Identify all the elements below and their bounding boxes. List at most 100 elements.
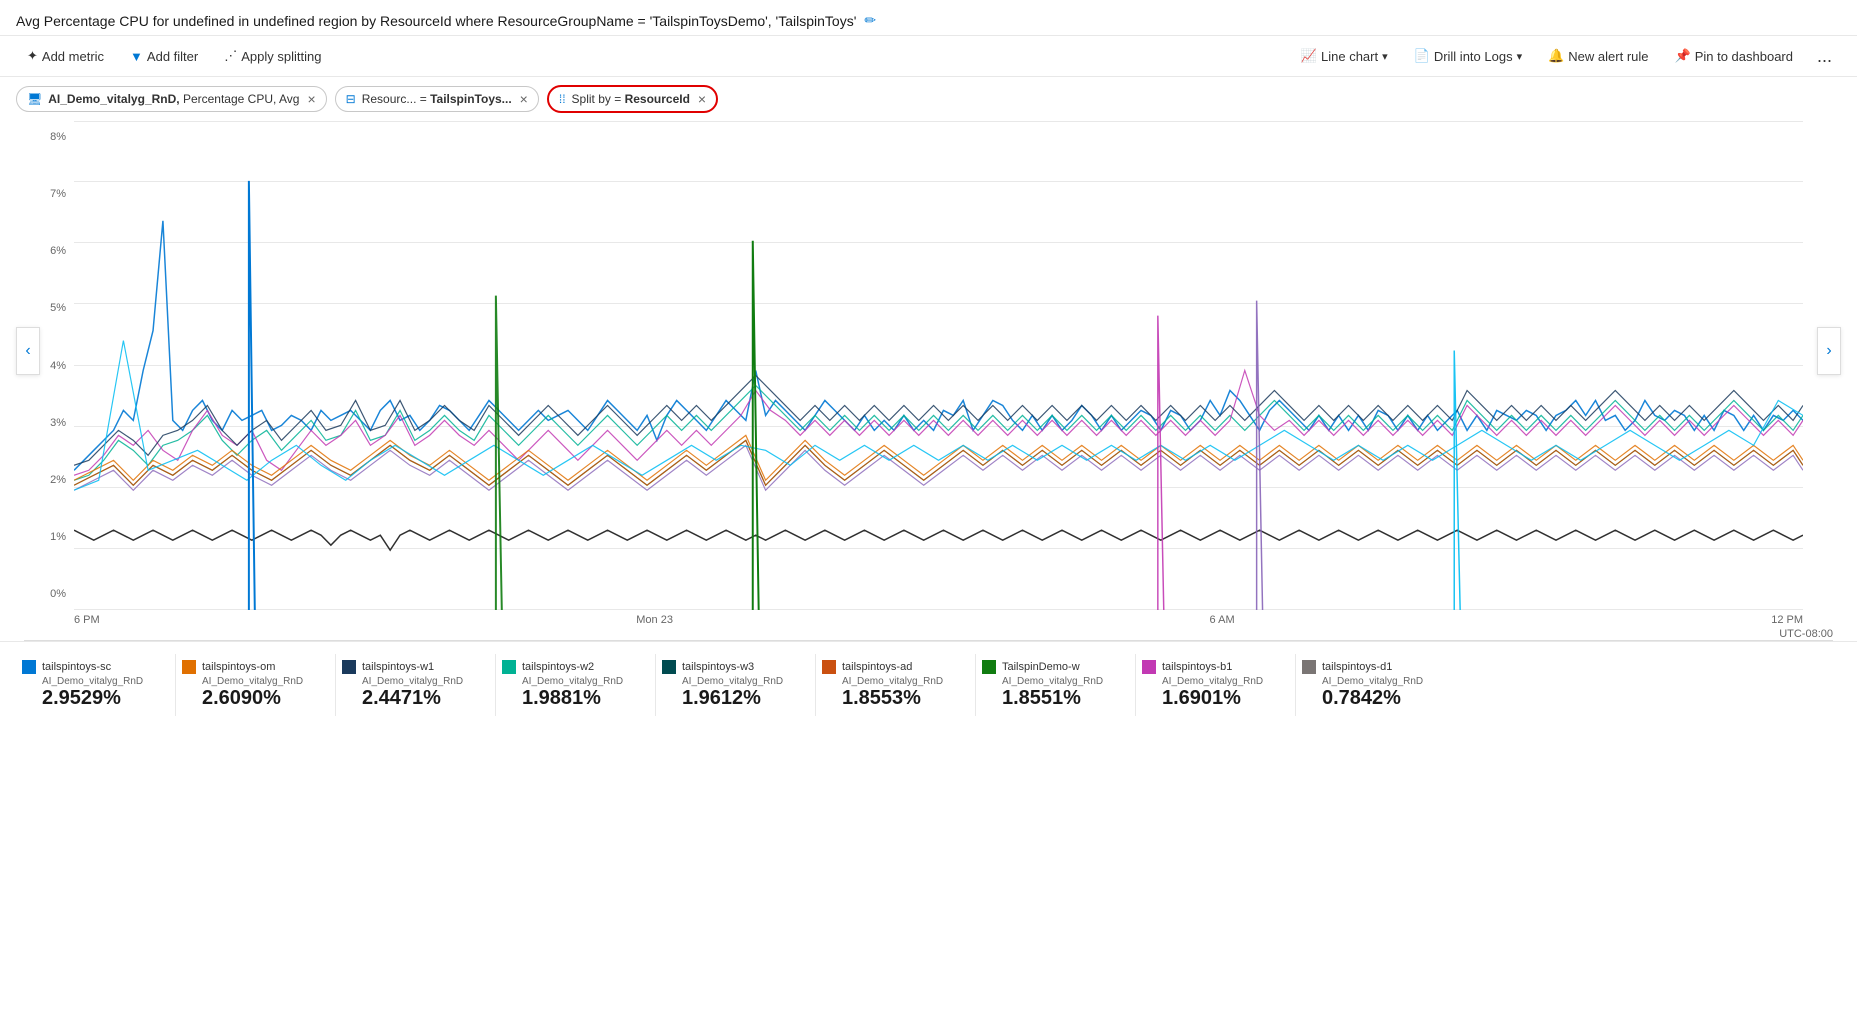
legend-area: tailspintoys-sc AI_Demo_vitalyg_RnD 2.95… [0,641,1857,728]
legend-item-value: 0.7842% [1322,687,1440,710]
legend-item: tailspintoys-om AI_Demo_vitalyg_RnD 2.60… [176,654,336,716]
chart-area: 0% 1% 2% 3% 4% 5% 6% 7% 8% [24,121,1833,641]
y-label-0: 0% [24,588,74,600]
x-label-12pm: 12 PM [1771,614,1803,626]
drill-into-logs-button[interactable]: 📄 Drill into Logs ▾ [1403,42,1533,70]
legend-color-swatch [822,660,836,674]
alert-icon: 🔔 [1548,48,1564,64]
utc-label: UTC-08:00 [1779,628,1833,640]
legend-color-swatch [22,660,36,674]
legend-item-subname: AI_Demo_vitalyg_RnD [202,676,319,687]
legend-item-name: tailspintoys-ad [842,661,912,673]
pin-to-dashboard-label: Pin to dashboard [1695,49,1793,64]
legend-item-name: tailspintoys-d1 [1322,661,1392,673]
legend-item-subname: AI_Demo_vitalyg_RnD [42,676,159,687]
filters-bar: 🖥 AI_Demo_vitalyg_RnD, Percentage CPU, A… [0,77,1857,121]
legend-item-subname: AI_Demo_vitalyg_RnD [522,676,639,687]
y-label-2: 2% [24,474,74,486]
chart-nav-right[interactable]: › [1817,327,1841,375]
new-alert-rule-label: New alert rule [1568,49,1648,64]
toolbar-left: ✦ Add metric ▼ Add filter ⋰ Apply splitt… [16,42,1286,70]
legend-item-top: tailspintoys-ad [822,660,959,674]
metric-pill[interactable]: 🖥 AI_Demo_vitalyg_RnD, Percentage CPU, A… [16,86,327,112]
legend-item-top: tailspintoys-d1 [1302,660,1440,674]
filter-pill[interactable]: ⊟ Resourc... = TailspinToys... × [335,86,539,112]
add-filter-label: Add filter [147,49,198,64]
x-label-6am: 6 AM [1210,614,1235,626]
line-chart-label: Line chart [1321,49,1378,64]
legend-color-swatch [502,660,516,674]
legend-item-value: 2.6090% [202,687,319,710]
y-label-7: 7% [24,188,74,200]
add-filter-icon: ▼ [130,49,143,64]
line-chart-button[interactable]: 📈 Line chart ▾ [1290,42,1399,70]
legend-item-value: 1.9881% [522,687,639,710]
line-chart-caret: ▾ [1382,50,1388,63]
add-metric-icon: ✦ [27,48,38,64]
split-pill-icon: ⁞⁞ [559,92,566,106]
chart-svg [74,121,1803,610]
filter-pill-close[interactable]: × [520,91,528,107]
legend-item: tailspintoys-w3 AI_Demo_vitalyg_RnD 1.96… [656,654,816,716]
legend-item-value: 1.8551% [1002,687,1119,710]
metric-pill-icon: 🖥 [27,92,42,106]
legend-color-swatch [182,660,196,674]
split-pill-close[interactable]: × [698,91,706,107]
legend-item-subname: AI_Demo_vitalyg_RnD [842,676,959,687]
legend-item-name: tailspintoys-w2 [522,661,594,673]
legend-color-swatch [1142,660,1156,674]
x-axis: 6 PM Mon 23 6 AM 12 PM [74,610,1803,640]
legend-item: TailspinDemo-w AI_Demo_vitalyg_RnD 1.855… [976,654,1136,716]
chart-container: ‹ › 0% 1% 2% 3% 4% 5% 6% 7% 8% [8,121,1849,641]
legend-item-subname: AI_Demo_vitalyg_RnD [362,676,479,687]
metric-pill-close[interactable]: × [307,91,315,107]
apply-splitting-icon: ⋰ [224,48,237,64]
legend-item-value: 1.6901% [1162,687,1279,710]
x-label-mon23: Mon 23 [636,614,673,626]
legend-item-top: tailspintoys-w2 [502,660,639,674]
chart-inner [74,121,1803,610]
drill-logs-icon: 📄 [1414,48,1430,64]
metric-pill-text: AI_Demo_vitalyg_RnD, Percentage CPU, Avg [48,92,299,106]
add-metric-button[interactable]: ✦ Add metric [16,42,115,70]
legend-item-value: 2.9529% [42,687,159,710]
split-pill-text: Split by = ResourceId [572,92,690,106]
pin-to-dashboard-button[interactable]: 📌 Pin to dashboard [1664,42,1804,70]
chart-nav-left[interactable]: ‹ [16,327,40,375]
new-alert-rule-button[interactable]: 🔔 New alert rule [1537,42,1659,70]
legend-item-top: tailspintoys-om [182,660,319,674]
more-options-button[interactable]: ... [1808,43,1841,70]
y-label-3: 3% [24,417,74,429]
legend-item: tailspintoys-sc AI_Demo_vitalyg_RnD 2.95… [16,654,176,716]
chart-title: Avg Percentage CPU for undefined in unde… [16,13,856,29]
legend-item: tailspintoys-b1 AI_Demo_vitalyg_RnD 1.69… [1136,654,1296,716]
legend-item-value: 1.8553% [842,687,959,710]
page-title-bar: Avg Percentage CPU for undefined in unde… [0,0,1857,36]
legend-item: tailspintoys-ad AI_Demo_vitalyg_RnD 1.85… [816,654,976,716]
legend-item-subname: AI_Demo_vitalyg_RnD [1002,676,1119,687]
filter-pill-icon: ⊟ [346,92,356,106]
legend-item-name: tailspintoys-b1 [1162,661,1232,673]
legend-color-swatch [982,660,996,674]
y-label-8: 8% [24,131,74,143]
legend-item-value: 1.9612% [682,687,799,710]
y-label-6: 6% [24,245,74,257]
legend-item-name: tailspintoys-w3 [682,661,754,673]
legend-item-top: TailspinDemo-w [982,660,1119,674]
legend-item-subname: AI_Demo_vitalyg_RnD [1162,676,1279,687]
toolbar-right: 📈 Line chart ▾ 📄 Drill into Logs ▾ 🔔 New… [1290,42,1841,70]
drill-into-logs-label: Drill into Logs [1434,49,1513,64]
legend-item-top: tailspintoys-sc [22,660,159,674]
pin-icon: 📌 [1675,48,1691,64]
legend-item-subname: AI_Demo_vitalyg_RnD [1322,676,1440,687]
legend-item-name: tailspintoys-w1 [362,661,434,673]
apply-splitting-button[interactable]: ⋰ Apply splitting [213,42,332,70]
add-metric-label: Add metric [42,49,104,64]
legend-item-name: tailspintoys-sc [42,661,111,673]
add-filter-button[interactable]: ▼ Add filter [119,43,209,70]
split-pill[interactable]: ⁞⁞ Split by = ResourceId × [547,85,718,113]
filter-pill-text: Resourc... = TailspinToys... [362,92,512,106]
legend-item: tailspintoys-d1 AI_Demo_vitalyg_RnD 0.78… [1296,654,1456,716]
toolbar: ✦ Add metric ▼ Add filter ⋰ Apply splitt… [0,36,1857,77]
edit-title-icon[interactable]: ✏ [864,12,876,29]
